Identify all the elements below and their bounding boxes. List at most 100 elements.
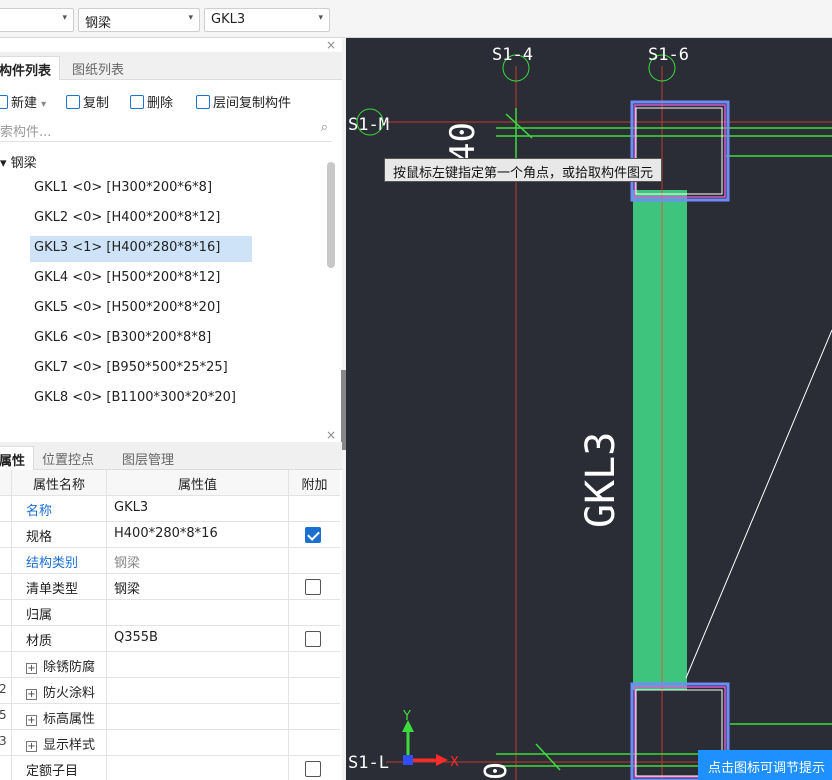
- property-extra-cell: [288, 730, 340, 756]
- ucs-x-label: X: [450, 755, 459, 770]
- property-extra-cell: [288, 678, 340, 704]
- axis-label-s1-6: S1-6: [648, 45, 689, 65]
- extra-checkbox[interactable]: [305, 631, 321, 647]
- extra-checkbox[interactable]: [305, 527, 321, 543]
- member-combo-value: GKL3: [211, 12, 246, 27]
- close-icon[interactable]: ×: [326, 428, 336, 442]
- component-actions: 新建 ▾ 复制 删除 层间复制构件: [0, 88, 342, 114]
- tree-item-gkl1[interactable]: GKL1 <0> [H300*200*6*8]: [30, 176, 252, 202]
- component-search-input[interactable]: 索构件... ⌕: [0, 116, 332, 142]
- property-name: 规格: [26, 530, 53, 545]
- extra-checkbox[interactable]: [305, 579, 321, 595]
- property-value[interactable]: [106, 652, 288, 678]
- type-combo[interactable]: 钢梁 ▾: [78, 8, 200, 32]
- tree-item-gkl8[interactable]: GKL8 <0> [B1100*300*20*20]: [30, 386, 252, 412]
- member-combo[interactable]: GKL3 ▾: [204, 8, 330, 32]
- axis-label-s1-4: S1-4: [492, 45, 533, 65]
- blank-combo[interactable]: ▾: [0, 8, 74, 32]
- tab-component-list[interactable]: 构件列表: [0, 56, 61, 80]
- property-value[interactable]: 钢梁: [106, 574, 288, 600]
- property-value[interactable]: Q355B: [106, 626, 288, 652]
- hint-button[interactable]: 点击图标可调节提示: [698, 750, 832, 780]
- property-name-cell[interactable]: + 标高属性: [11, 704, 106, 730]
- search-icon[interactable]: ⌕: [321, 120, 328, 135]
- ucs-origin: [403, 755, 413, 765]
- property-name-cell: 材质: [11, 626, 106, 652]
- property-row[interactable]: 材质 Q355B: [0, 626, 340, 652]
- expand-icon[interactable]: +: [26, 741, 37, 752]
- tree-item-gkl6[interactable]: GKL6 <0> [B300*200*8*8]: [30, 326, 252, 352]
- command-tooltip: 按鼠标左键指定第一个角点，或拾取构件图元: [384, 158, 663, 182]
- property-extra-cell: [288, 548, 340, 574]
- axis-label-s1-m: S1-M: [348, 115, 389, 135]
- copy-label: 复制: [83, 96, 110, 111]
- property-name-cell: 规格: [11, 522, 106, 548]
- type-combo-value: 钢梁: [85, 16, 112, 31]
- expand-icon[interactable]: +: [26, 663, 37, 674]
- property-value[interactable]: H400*280*8*16: [106, 522, 288, 548]
- top-toolbar: ▾ 钢梁 ▾ GKL3 ▾: [0, 0, 832, 38]
- ucs-y-label: Y: [402, 709, 411, 724]
- selection-diagonal: [685, 329, 832, 679]
- tree-item-gkl7[interactable]: GKL7 <0> [B950*500*25*25]: [30, 356, 252, 382]
- new-icon: [0, 95, 8, 109]
- property-value[interactable]: [106, 704, 288, 730]
- property-row[interactable]: 归属: [0, 600, 340, 626]
- property-extra-cell: [288, 600, 340, 626]
- tree-item-gkl4[interactable]: GKL4 <0> [H500*200*8*12]: [30, 266, 252, 292]
- delete-label: 删除: [147, 96, 174, 111]
- expand-icon[interactable]: +: [26, 689, 37, 700]
- chevron-down-icon: ▾: [188, 13, 193, 23]
- delete-button[interactable]: 删除: [130, 92, 173, 111]
- property-name: 名称: [26, 504, 53, 519]
- property-row[interactable]: 定额子目: [0, 756, 340, 780]
- extra-checkbox[interactable]: [305, 761, 321, 777]
- search-placeholder: 索构件...: [0, 125, 52, 140]
- property-value[interactable]: [106, 600, 288, 626]
- tree-item-gkl3[interactable]: GKL3 <1> [H400*280*8*16]: [30, 236, 252, 262]
- tab-drawing-list[interactable]: 图纸列表: [64, 56, 132, 80]
- property-row[interactable]: 结构类别 钢梁: [0, 548, 340, 574]
- property-value[interactable]: [106, 678, 288, 704]
- property-extra-cell: [288, 626, 340, 652]
- property-value[interactable]: [106, 756, 288, 780]
- cad-drawing[interactable]: S1-4 S1-6 S1-M S1-L GKL3 40 0 Y X: [346, 38, 832, 780]
- property-value[interactable]: GKL3: [106, 496, 288, 522]
- property-header-row: 属性名称 属性值 附加: [0, 470, 340, 496]
- close-icon[interactable]: ×: [326, 38, 336, 52]
- member-label-gkl3: GKL3: [578, 432, 624, 528]
- copy-button[interactable]: 复制: [66, 92, 109, 111]
- property-row[interactable]: 3 + 显示样式: [0, 730, 340, 756]
- tree-item-gkl2[interactable]: GKL2 <0> [H400*200*8*12]: [30, 206, 252, 232]
- beam-gkl3-body: [633, 190, 687, 690]
- tree-scrollbar[interactable]: [327, 162, 335, 268]
- axis-label-s1-l: S1-L: [348, 753, 389, 773]
- tab-layer-management[interactable]: 图层管理: [114, 446, 182, 470]
- property-extra-cell: [288, 756, 340, 780]
- tab-position-points[interactable]: 位置控点: [34, 446, 102, 470]
- tab-properties[interactable]: 属性: [0, 446, 35, 470]
- property-name-cell[interactable]: + 除锈防腐: [11, 652, 106, 678]
- property-row[interactable]: 2 + 防火涂料: [0, 678, 340, 704]
- trash-icon: [130, 95, 144, 109]
- expand-icon[interactable]: +: [26, 715, 37, 726]
- floor-copy-button[interactable]: 层间复制构件: [196, 92, 291, 111]
- property-value[interactable]: 钢梁: [106, 548, 288, 574]
- new-button[interactable]: 新建 ▾: [0, 92, 46, 111]
- property-row[interactable]: 名称 GKL3: [0, 496, 340, 522]
- tree-item-gkl5[interactable]: GKL5 <0> [H500*200*8*20]: [30, 296, 252, 322]
- property-name: 材质: [26, 634, 53, 649]
- tree-root-steel-beam[interactable]: ▾ 钢梁: [0, 152, 37, 171]
- tick-top-slash: [505, 113, 533, 139]
- drawing-canvas[interactable]: S1-4 S1-6 S1-M S1-L GKL3 40 0 Y X 按鼠标左键指…: [346, 38, 832, 780]
- property-row[interactable]: 5 + 标高属性: [0, 704, 340, 730]
- property-row[interactable]: 规格 H400*280*8*16: [0, 522, 340, 548]
- property-name-cell: 清单类型: [11, 574, 106, 600]
- property-name-cell[interactable]: + 显示样式: [11, 730, 106, 756]
- property-row[interactable]: + 除锈防腐: [0, 652, 340, 678]
- property-name-cell[interactable]: + 防火涂料: [11, 678, 106, 704]
- property-row[interactable]: 清单类型 钢梁: [0, 574, 340, 600]
- property-value[interactable]: [106, 730, 288, 756]
- column-top-inner: [634, 104, 726, 198]
- property-name-cell: 定额子目: [11, 756, 106, 780]
